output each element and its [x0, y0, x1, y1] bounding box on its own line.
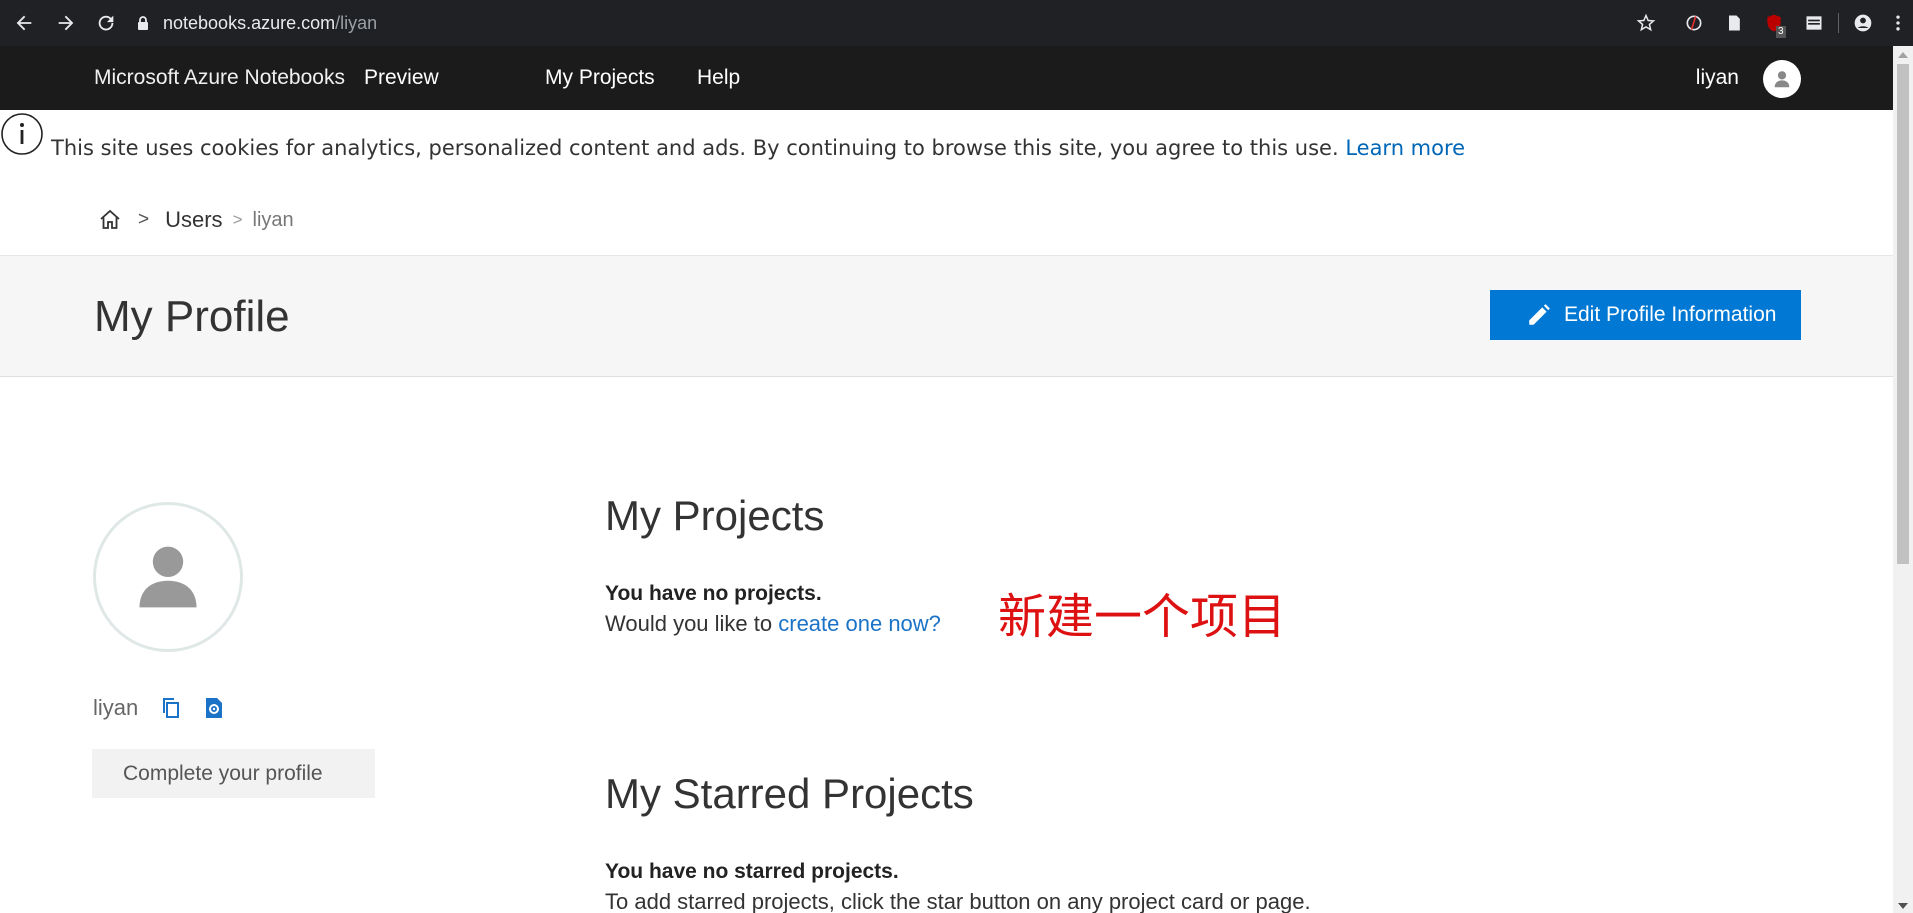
nav-user-name[interactable]: liyan: [1696, 46, 1739, 110]
my-projects-title: My Projects: [605, 492, 825, 539]
starred-hint: To add starred projects, click the star …: [605, 889, 1311, 913]
reload-icon[interactable]: [86, 0, 126, 46]
reader-extension-icon[interactable]: [1794, 0, 1834, 46]
back-icon[interactable]: [4, 0, 44, 46]
edit-profile-button[interactable]: Edit Profile Information: [1490, 290, 1801, 340]
info-icon: [1, 113, 43, 155]
brand-link[interactable]: Microsoft Azure Notebooks: [94, 46, 345, 110]
url-host: notebooks.azure.com: [163, 12, 336, 33]
forward-icon[interactable]: [46, 0, 86, 46]
url-path: /liyan: [335, 12, 378, 33]
settings-file-icon[interactable]: [202, 696, 226, 720]
page-title: My Profile: [94, 292, 290, 341]
lock-icon: [138, 16, 148, 30]
document-extension-icon[interactable]: [1714, 0, 1754, 46]
breadcrumb-users[interactable]: Users: [165, 207, 222, 233]
profile-header: My Profile Edit Profile Information: [0, 255, 1893, 377]
pencil-icon: [1529, 304, 1550, 325]
copy-icon[interactable]: [159, 696, 183, 720]
profile-username: liyan: [93, 695, 139, 720]
breadcrumb-current: liyan: [252, 208, 294, 231]
user-icon: [139, 546, 197, 608]
scroll-up-icon[interactable]: [1898, 52, 1908, 58]
cookie-banner: This site uses cookies for analytics, pe…: [0, 110, 1893, 160]
nav-my-projects[interactable]: My Projects: [545, 46, 655, 110]
toolbar-divider: [1838, 13, 1839, 33]
page-scrollbar[interactable]: [1893, 46, 1913, 913]
user-icon: [1774, 71, 1790, 88]
preview-label: Preview: [364, 66, 439, 89]
create-project-prompt: Would you like to create one now?: [605, 611, 941, 637]
nav-avatar[interactable]: [1763, 60, 1801, 98]
scroll-thumb[interactable]: [1897, 64, 1909, 564]
cookie-text: This site uses cookies for analytics, pe…: [51, 136, 1339, 160]
no-starred-text: You have no starred projects.: [605, 860, 899, 883]
breadcrumb: > Users > liyan: [98, 203, 294, 237]
ublock-extension-icon[interactable]: 3: [1754, 0, 1794, 46]
create-project-link[interactable]: create one now?: [778, 611, 941, 636]
bookmark-star-icon[interactable]: [1626, 0, 1666, 46]
no-projects-text: You have no projects.: [605, 582, 822, 605]
cookie-message: This site uses cookies for analytics, pe…: [51, 136, 1465, 160]
profile-avatar: [93, 502, 243, 652]
nav-help[interactable]: Help: [697, 46, 740, 110]
breadcrumb-separator: >: [232, 210, 243, 229]
extension-badge: 3: [1776, 26, 1786, 38]
opera-extension-icon[interactable]: [1674, 0, 1714, 46]
starred-projects-title: My Starred Projects: [605, 770, 974, 817]
learn-more-link[interactable]: Learn more: [1345, 136, 1465, 160]
breadcrumb-separator: >: [138, 209, 150, 230]
address-bar[interactable]: notebooks.azure.com/liyan: [135, 7, 377, 39]
menu-dots-icon[interactable]: [1883, 0, 1913, 46]
complete-profile-button[interactable]: Complete your profile: [92, 749, 375, 798]
create-prompt-text: Would you like to: [605, 611, 779, 636]
site-header: Microsoft Azure Notebooks Preview My Pro…: [0, 46, 1893, 110]
annotation-note: 新建一个项目: [998, 589, 1287, 645]
home-icon[interactable]: [98, 208, 122, 232]
scroll-down-icon[interactable]: [1898, 903, 1908, 909]
browser-toolbar: notebooks.azure.com/liyan 3: [0, 0, 1913, 46]
edit-profile-label: Edit Profile Information: [1564, 303, 1777, 326]
account-icon[interactable]: [1843, 0, 1883, 46]
